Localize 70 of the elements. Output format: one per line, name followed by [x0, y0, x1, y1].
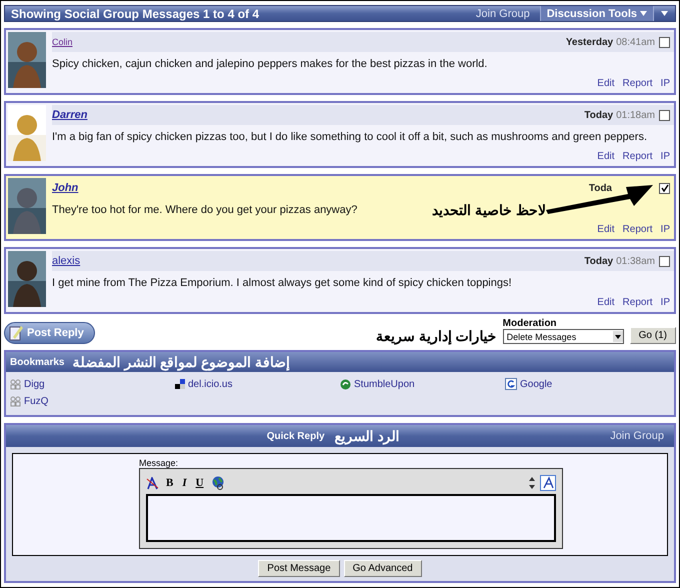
annotation-text: الرد السريع	[334, 428, 400, 444]
message-input[interactable]	[146, 494, 556, 542]
header-title: Showing Social Group Messages 1 to 4 of 4	[10, 6, 260, 20]
swirl-icon	[340, 378, 351, 390]
message-action-link[interactable]: IP	[660, 151, 670, 162]
quick-reply-title: Quick Reply	[266, 430, 325, 442]
form-button[interactable]: Go Advanced	[344, 560, 422, 577]
message-action-link[interactable]: IP	[660, 78, 670, 89]
message-label: Message:	[139, 458, 180, 468]
message-text: I get mine from The Pizza Emporium. I almost always get some kind of spicy chicken toppings!	[52, 276, 512, 291]
form-button[interactable]: Post Message	[258, 560, 340, 577]
message-action-link[interactable]: Report	[622, 151, 653, 162]
go-button[interactable]: Go (1)	[630, 327, 676, 344]
message-action-link[interactable]: Edit	[597, 224, 615, 235]
format-button[interactable]: U	[194, 477, 206, 489]
annotation-text: إضافة الموضوع لمواقع النشر المفضلة	[72, 354, 290, 370]
caret-icon	[612, 331, 623, 342]
bookmark-link[interactable]: StumbleUpon	[340, 378, 505, 390]
format-button[interactable]: I	[180, 477, 189, 489]
caret-icon	[640, 11, 647, 16]
post-date: Today	[584, 256, 614, 266]
message-action-link[interactable]: IP	[660, 224, 670, 235]
join-group-link[interactable]: Join Group	[600, 430, 674, 442]
message-text: They're too hot for me. Where do you get your pizzas anyway?	[52, 203, 358, 218]
post-time: 01:38am	[616, 256, 655, 266]
username-link[interactable]: alexis	[52, 255, 584, 267]
bookmarks-title: Bookmarks	[10, 356, 64, 368]
message-action-link[interactable]: Edit	[597, 297, 615, 308]
squares-icon	[175, 379, 185, 389]
message-action-link[interactable]: Edit	[597, 151, 615, 162]
framed-arc-icon	[505, 378, 517, 390]
moderation-select[interactable]: Delete Messages	[502, 329, 624, 344]
select-checkbox[interactable]	[659, 110, 670, 120]
bookmark-link[interactable]: FuzQ	[10, 396, 175, 407]
username-link[interactable]: Darren	[52, 109, 584, 121]
resize-arrows-icon[interactable]	[529, 477, 535, 489]
bookmark-link[interactable]: Digg	[10, 378, 175, 390]
post-time: 08:41am	[616, 36, 655, 48]
select-checkbox[interactable]	[659, 256, 670, 266]
post-date: Toda	[588, 182, 612, 194]
select-checkbox[interactable]	[659, 182, 670, 194]
message-action-link[interactable]: Edit	[597, 78, 615, 89]
caret-icon	[661, 11, 668, 16]
message-action-link[interactable]: Report	[622, 297, 653, 308]
message-text: I'm a big fan of spicy chicken pizzas too, but I do like something to cool it off a bit, such as mushrooms and green peppers.	[52, 130, 647, 145]
format-button[interactable]: B	[164, 477, 176, 489]
post-date: Today	[584, 110, 614, 120]
text-mode-icon[interactable]	[540, 475, 556, 491]
message-action-link[interactable]: IP	[660, 297, 670, 308]
username-link[interactable]: Colin	[52, 37, 566, 47]
pencil-note-icon	[9, 325, 23, 341]
join-group-link[interactable]: Join Group	[466, 8, 540, 20]
select-checkbox[interactable]	[659, 36, 670, 48]
font-color-icon[interactable]	[146, 476, 159, 490]
people-icon	[10, 396, 21, 407]
moderation-label: Moderation	[502, 318, 558, 329]
annotation-text: خيارات إدارية سريعة	[376, 328, 497, 344]
message-action-link[interactable]: Report	[622, 224, 653, 235]
message-action-link[interactable]: Report	[622, 78, 653, 89]
discussion-tools-menu[interactable]: Discussion Tools	[540, 6, 653, 21]
annotation-text: لاحظ خاصية التحديد	[432, 202, 546, 218]
people-icon	[10, 378, 21, 390]
post-time: 01:18am	[616, 110, 655, 120]
bookmark-link[interactable]: Google	[505, 378, 670, 390]
post-date: Yesterday	[566, 36, 614, 48]
bookmark-link[interactable]: del.icio.us	[175, 378, 340, 390]
checkmark-icon	[660, 184, 668, 192]
message-text: Spicy chicken, cajun chicken and jalepino peppers makes for the best pizzas in the world.	[52, 57, 488, 72]
username-link[interactable]: John	[52, 182, 589, 194]
globe-icon[interactable]	[210, 476, 225, 490]
